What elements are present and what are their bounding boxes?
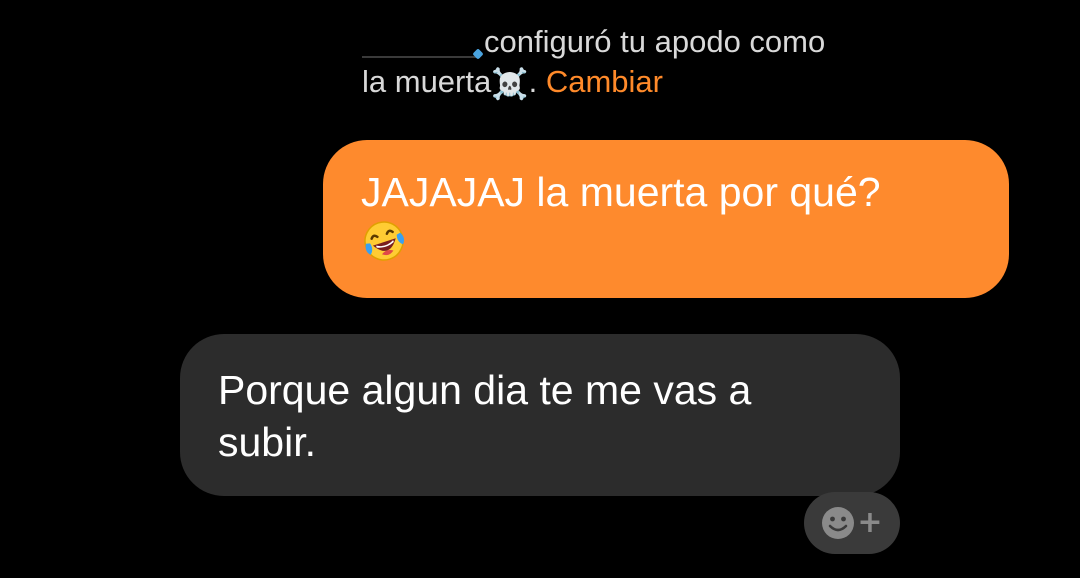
nickname-change-notice: configuró tu apodo como la muerta☠️. Cam…: [362, 22, 962, 102]
face-with-tears-of-joy-icon: [364, 221, 405, 261]
incoming-message-text: Porque algun dia te me vas a subir.: [218, 367, 752, 465]
skull-icon: ☠️: [491, 68, 529, 101]
notice-text-line2: la muerta: [362, 64, 492, 99]
redacted-user-name: [362, 28, 480, 58]
notice-period: .: [528, 64, 538, 99]
change-nickname-link[interactable]: Cambiar: [546, 64, 663, 99]
add-reaction-button[interactable]: +: [804, 492, 900, 554]
incoming-message-bubble[interactable]: Porque algun dia te me vas a subir.: [180, 334, 900, 496]
outgoing-message-text: JAJAJAJ la muerta por qué?: [361, 169, 881, 215]
outgoing-message-bubble[interactable]: JAJAJAJ la muerta por qué?: [323, 140, 1009, 298]
smiley-icon: [822, 507, 855, 539]
plus-icon: +: [857, 505, 883, 540]
notice-text-line1: configuró tu apodo como: [484, 24, 826, 59]
